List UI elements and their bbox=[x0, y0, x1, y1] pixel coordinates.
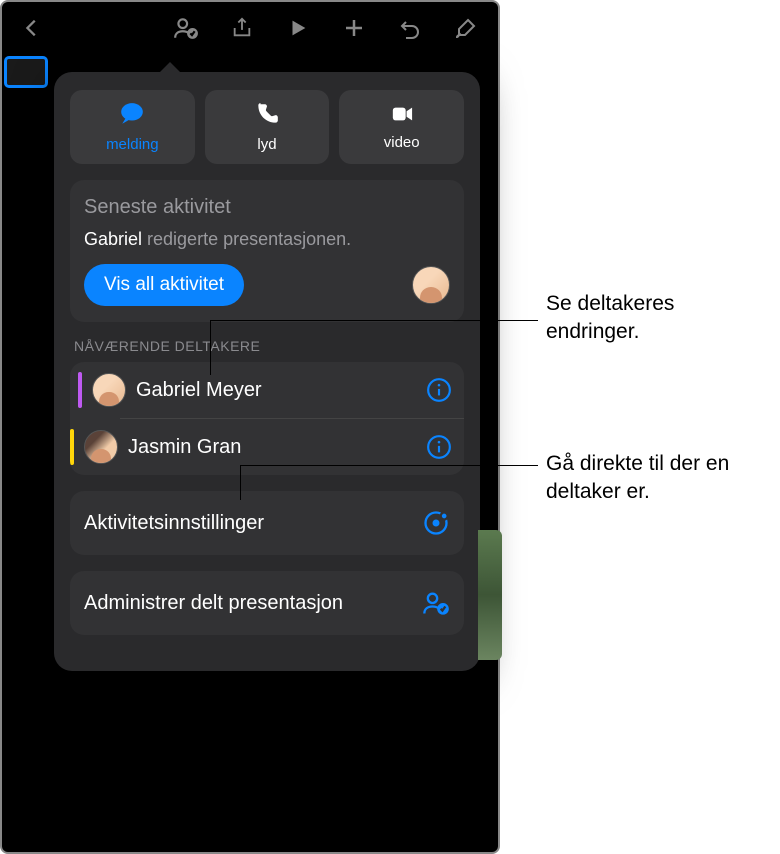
video-label: video bbox=[384, 134, 420, 151]
activity-action: redigerte presentasjonen. bbox=[142, 229, 351, 249]
activity-settings-label: Aktivitetsinnstillinger bbox=[84, 510, 264, 536]
activity-settings-button[interactable]: Aktivitetsinnstillinger bbox=[70, 491, 464, 555]
participant-row[interactable]: Jasmin Gran bbox=[120, 418, 464, 475]
settings-gear-icon bbox=[422, 509, 450, 537]
background-slide-preview bbox=[478, 530, 502, 660]
undo-icon[interactable] bbox=[396, 14, 424, 42]
collaborate-icon[interactable] bbox=[172, 14, 200, 42]
message-button[interactable]: melding bbox=[70, 90, 195, 164]
participant-row[interactable]: Gabriel Meyer bbox=[70, 362, 464, 418]
participant-name: Gabriel Meyer bbox=[136, 379, 426, 402]
app-window: melding lyd video Seneste aktivitet Gabr… bbox=[0, 0, 500, 854]
format-brush-icon[interactable] bbox=[452, 14, 480, 42]
add-icon[interactable] bbox=[340, 14, 368, 42]
participant-name: Jasmin Gran bbox=[128, 436, 426, 459]
message-label: melding bbox=[106, 136, 159, 153]
info-icon[interactable] bbox=[426, 434, 452, 460]
manage-shared-label: Administrer delt presentasjon bbox=[84, 590, 343, 616]
callout-text: Se deltakeres endringer. bbox=[546, 290, 756, 347]
back-icon[interactable] bbox=[18, 14, 46, 42]
participant-list: Gabriel Meyer Jasmin Gran bbox=[70, 362, 464, 475]
participant-avatar bbox=[84, 430, 118, 464]
latest-activity-card: Seneste aktivitet Gabriel redigerte pres… bbox=[70, 180, 464, 322]
latest-activity-title: Seneste aktivitet bbox=[84, 196, 450, 219]
toolbar bbox=[2, 2, 498, 54]
collaboration-popover: melding lyd video Seneste aktivitet Gabr… bbox=[54, 72, 480, 671]
participant-avatar bbox=[92, 373, 126, 407]
share-icon[interactable] bbox=[228, 14, 256, 42]
latest-activity-text: Gabriel redigerte presentasjonen. bbox=[84, 229, 450, 250]
callout-text: Gå direkte til der en deltaker er. bbox=[546, 450, 766, 507]
manage-shared-button[interactable]: Administrer delt presentasjon bbox=[70, 571, 464, 635]
audio-button[interactable]: lyd bbox=[205, 90, 330, 164]
contact-options: melding lyd video bbox=[70, 90, 464, 164]
video-icon bbox=[387, 103, 417, 130]
audio-label: lyd bbox=[257, 136, 276, 153]
message-icon bbox=[117, 101, 147, 132]
callout-line bbox=[240, 465, 538, 466]
slide-thumbnail[interactable] bbox=[4, 56, 48, 88]
participant-color-indicator bbox=[70, 429, 74, 465]
participant-color-indicator bbox=[78, 372, 82, 408]
callout-line bbox=[240, 465, 241, 500]
info-icon[interactable] bbox=[426, 377, 452, 403]
show-all-activity-button[interactable]: Vis all aktivitet bbox=[84, 264, 244, 306]
callout-line bbox=[210, 320, 211, 375]
collaborate-icon bbox=[422, 589, 450, 617]
play-icon[interactable] bbox=[284, 14, 312, 42]
callout-line bbox=[210, 320, 538, 321]
video-button[interactable]: video bbox=[339, 90, 464, 164]
phone-icon bbox=[254, 101, 280, 132]
participants-header: NÅVÆRENDE DELTAKERE bbox=[74, 338, 460, 354]
activity-actor: Gabriel bbox=[84, 229, 142, 249]
activity-avatar[interactable] bbox=[412, 266, 450, 304]
